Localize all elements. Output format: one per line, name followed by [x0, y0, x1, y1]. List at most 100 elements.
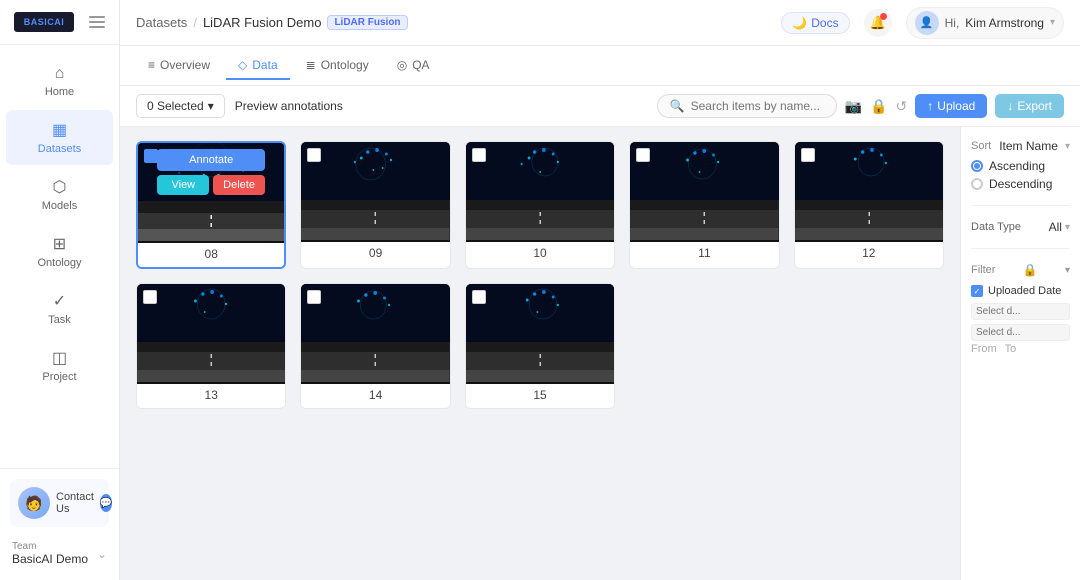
tab-overview[interactable]: ≡ Overview: [136, 52, 222, 80]
datasets-icon: ▦: [52, 120, 67, 140]
export-button[interactable]: ↓ Export: [995, 94, 1064, 118]
from-to-labels: From To: [971, 343, 1070, 355]
user-chevron-icon: ▾: [1050, 17, 1055, 28]
uploaded-date-checkbox[interactable]: ✓: [971, 285, 983, 297]
grid-item-08[interactable]: Annotate View Delete 08: [136, 141, 286, 269]
selected-count-label: 0 Selected: [147, 99, 204, 113]
sidebar-nav: ⌂ Home ▦ Datasets ⬡ Models ⊞ Ontology ✓ …: [0, 45, 119, 468]
data-type-value-row[interactable]: All ▾: [1049, 220, 1070, 234]
grid-thumb-13: [137, 284, 285, 384]
breadcrumb-root[interactable]: Datasets: [136, 15, 187, 30]
sort-header-row: Sort Item Name ▾: [971, 139, 1070, 153]
filter-header: Filter 🔒 ▾: [971, 263, 1070, 277]
divider-1: [971, 205, 1070, 206]
sidebar: BASICAI ⌂ Home ▦ Datasets ⬡ Models ⊞ Ont…: [0, 0, 120, 580]
sidebar-item-project[interactable]: ◫ Project: [6, 338, 113, 393]
team-chevron-icon[interactable]: ⌄: [97, 547, 107, 561]
sidebar-item-home[interactable]: ⌂ Home: [6, 55, 113, 108]
item-checkbox-08[interactable]: [144, 149, 158, 163]
breadcrumb-current: LiDAR Fusion Demo: [203, 15, 322, 30]
upload-button[interactable]: ↑ Upload: [915, 94, 987, 118]
item-checkbox-12[interactable]: [801, 148, 815, 162]
grid-item-12[interactable]: 12: [794, 141, 944, 269]
sidebar-item-task[interactable]: ✓ Task: [6, 281, 113, 336]
grid-thumb-08: Annotate View Delete: [138, 143, 284, 243]
from-label: From: [971, 343, 997, 355]
road-visual-10: [466, 200, 614, 240]
sidebar-item-models[interactable]: ⬡ Models: [6, 167, 113, 222]
tab-qa-label: QA: [412, 58, 429, 72]
grid-item-15[interactable]: 15: [465, 283, 615, 409]
sidebar-item-ontology[interactable]: ⊞ Ontology: [6, 224, 113, 279]
sort-option-ascending[interactable]: Ascending: [971, 159, 1070, 173]
item-checkbox-10[interactable]: [472, 148, 486, 162]
filter-section: Filter 🔒 ▾ ✓ Uploaded Date: [971, 263, 1070, 355]
item-actions-08: Annotate View Delete: [138, 143, 284, 201]
item-checkbox-15[interactable]: [472, 290, 486, 304]
hamburger-menu[interactable]: [89, 16, 105, 28]
item-label-08: 08: [138, 243, 284, 267]
camera-icon[interactable]: 📷: [845, 98, 862, 115]
sort-option-descending[interactable]: Descending: [971, 177, 1070, 191]
grid-item-14[interactable]: 14: [300, 283, 450, 409]
team-row: Team BasicAI Demo ⌄: [10, 537, 109, 570]
road-visual-12: [795, 200, 943, 240]
item-label-13: 13: [137, 384, 285, 408]
user-menu-button[interactable]: 👤 Hi, Kim Armstrong ▾: [906, 7, 1064, 39]
sort-chevron-icon[interactable]: ▾: [1065, 141, 1070, 152]
grid-item-10[interactable]: 10: [465, 141, 615, 269]
logo: BASICAI: [14, 12, 74, 32]
grid-thumb-15: [466, 284, 614, 384]
date-from-input[interactable]: [971, 303, 1070, 320]
uploaded-date-label: Uploaded Date: [988, 285, 1061, 297]
upload-label: Upload: [937, 99, 975, 113]
radio-ascending[interactable]: [971, 160, 983, 172]
lidar-visual-12: [795, 142, 943, 200]
grid-item-09[interactable]: 09: [300, 141, 450, 269]
preview-annotations-label: Preview annotations: [235, 99, 343, 113]
lidar-visual-13: [137, 284, 285, 342]
grid-thumb-09: [301, 142, 449, 242]
docs-button[interactable]: 🌙 Docs: [781, 12, 849, 34]
main-content: Datasets / LiDAR Fusion Demo LiDAR Fusio…: [120, 0, 1080, 580]
contact-us-box[interactable]: 🧑 Contact Us 💬: [10, 479, 109, 527]
item-checkbox-09[interactable]: [307, 148, 321, 162]
items-grid: Annotate View Delete 08: [136, 141, 944, 409]
sidebar-item-datasets[interactable]: ▦ Datasets: [6, 110, 113, 165]
grid-item-13[interactable]: 13: [136, 283, 286, 409]
item-checkbox-13[interactable]: [143, 290, 157, 304]
notifications-button[interactable]: 🔔: [864, 9, 892, 37]
selected-count-button[interactable]: 0 Selected ▾: [136, 94, 225, 118]
item-label-12: 12: [795, 242, 943, 266]
date-to-input[interactable]: [971, 324, 1070, 341]
refresh-icon[interactable]: ↺: [896, 98, 908, 115]
search-input[interactable]: [691, 99, 824, 113]
tab-data[interactable]: ◇ Data: [226, 52, 290, 80]
tab-ontology[interactable]: ≣ Ontology: [294, 52, 381, 80]
search-box[interactable]: 🔍: [657, 94, 837, 118]
data-type-section: Data Type All ▾: [971, 220, 1070, 234]
item-checkbox-11[interactable]: [636, 148, 650, 162]
user-greeting: Hi,: [945, 16, 960, 30]
item-label-14: 14: [301, 384, 449, 408]
descending-label: Descending: [989, 177, 1052, 191]
delete-button-08[interactable]: Delete: [213, 175, 265, 195]
sidebar-item-label: Home: [45, 86, 74, 98]
filter-chevron-icon[interactable]: ▾: [1065, 265, 1070, 276]
grid-item-11[interactable]: 11: [629, 141, 779, 269]
contact-chat-icon: 💬: [100, 494, 112, 512]
models-icon: ⬡: [53, 177, 67, 197]
road-visual-15: [466, 342, 614, 382]
view-button-08[interactable]: View: [157, 175, 209, 195]
divider-2: [971, 248, 1070, 249]
tab-qa[interactable]: ◎ QA: [385, 52, 442, 80]
road-visual-11: [630, 200, 778, 240]
sidebar-bottom: 🧑 Contact Us 💬 Team BasicAI Demo ⌄: [0, 468, 119, 580]
item-label-11: 11: [630, 242, 778, 266]
sidebar-item-label: Models: [42, 200, 77, 212]
annotate-button-08[interactable]: Annotate: [157, 149, 265, 171]
sort-section: Sort Item Name ▾ Ascending Descending: [971, 139, 1070, 191]
road-visual-09: [301, 200, 449, 240]
radio-descending[interactable]: [971, 178, 983, 190]
item-checkbox-14[interactable]: [307, 290, 321, 304]
